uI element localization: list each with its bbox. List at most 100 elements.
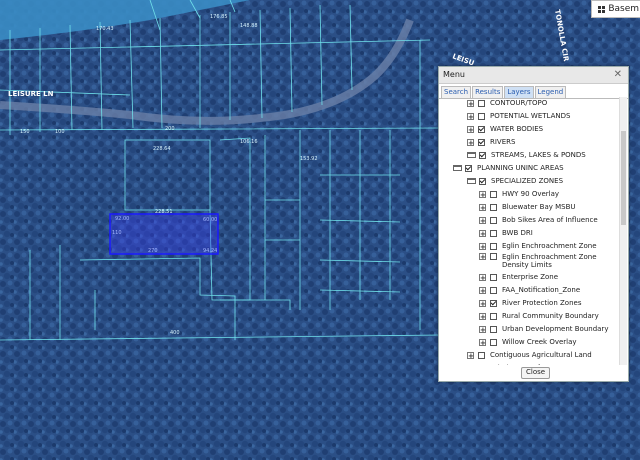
layer-label: Eglin Enchroachment Zone	[502, 242, 597, 250]
layer-checkbox[interactable]	[490, 299, 497, 307]
layer-checkbox[interactable]	[490, 286, 497, 294]
layer-row: + Bob Sikes Area of Influence	[479, 214, 614, 226]
layer-checkbox[interactable]	[490, 242, 497, 250]
layer-row: + FAA_Notification_Zone	[479, 284, 614, 296]
layer-row: + Eglin Enchroachment Zone Density Limits	[479, 253, 614, 271]
expand-icon[interactable]: +	[479, 216, 486, 224]
scrollbar-thumb[interactable]	[621, 131, 626, 225]
layer-checkbox[interactable]	[490, 253, 497, 260]
layer-checkbox[interactable]	[490, 229, 497, 237]
expand-icon[interactable]: +	[467, 112, 474, 120]
layer-label: STREAMS, LAKES & PONDS	[491, 151, 586, 159]
expand-icon[interactable]: +	[479, 338, 486, 346]
layer-row: + Enterprise Zone	[479, 271, 614, 283]
parcel-label: 100	[55, 129, 65, 135]
layer-label: SPECIALIZED ZONES	[491, 177, 564, 185]
layer-label: HWY 90 Overlay	[502, 190, 560, 198]
layer-checkbox[interactable]	[478, 99, 485, 107]
layer-label: POTENTIAL WETLANDS	[490, 112, 571, 120]
layer-label: Enterprise Zone	[502, 273, 559, 281]
layer-checkbox[interactable]	[478, 351, 485, 359]
layer-checkbox[interactable]	[490, 190, 497, 198]
expand-icon[interactable]: +	[479, 273, 486, 281]
layer-label: WATER BODIES	[490, 125, 544, 133]
layer-checkbox[interactable]	[478, 138, 485, 146]
layer-label: CONTOUR/TOPO	[490, 99, 548, 107]
layer-label: Rural Community Boundary	[502, 312, 599, 320]
expand-icon[interactable]: +	[479, 325, 486, 333]
expand-icon[interactable]: +	[467, 138, 474, 146]
layer-list: + CONTOUR/TOPO + POTENTIAL WETLANDS + WATER B…	[439, 97, 619, 365]
layer-label: River Protection Zones	[502, 299, 582, 307]
layer-list-scrollbar[interactable]	[619, 97, 627, 365]
layer-label: Eglin Enchroachment Zone Density Limits	[502, 253, 597, 269]
layer-label: PLANNING UNINC AREAS	[477, 164, 564, 172]
parcel-label: 228.64	[153, 146, 171, 152]
parcel-label: 148.88	[240, 23, 258, 29]
layer-label: RIVERS	[490, 138, 516, 146]
parcel-label: 200	[165, 126, 175, 132]
layer-row: Wind Zone Info	[467, 362, 614, 365]
expand-icon[interactable]: +	[479, 312, 486, 320]
expand-icon[interactable]: +	[467, 351, 474, 359]
layer-row: + Contiguous Agricultural Land	[467, 349, 614, 361]
expand-icon[interactable]: +	[479, 229, 486, 237]
expand-icon[interactable]: +	[467, 99, 474, 107]
layer-checkbox[interactable]	[490, 203, 497, 211]
layer-row: PLANNING UNINC AREAS	[453, 162, 614, 174]
layer-checkbox[interactable]	[490, 338, 497, 346]
layer-label: Bluewater Bay MSBU	[502, 203, 576, 211]
layer-row: + WATER BODIES	[467, 123, 614, 135]
layer-row: SPECIALIZED ZONES	[467, 175, 614, 187]
layer-checkbox[interactable]	[478, 125, 485, 133]
layer-checkbox[interactable]	[465, 164, 472, 172]
expand-icon[interactable]: +	[467, 125, 474, 133]
expand-icon[interactable]: +	[479, 203, 486, 211]
folder-icon[interactable]	[453, 165, 462, 171]
layer-row: STREAMS, LAKES & PONDS	[467, 149, 614, 161]
close-icon[interactable]: ✕	[614, 67, 622, 83]
folder-icon[interactable]	[467, 152, 476, 158]
layer-label: FAA_Notification_Zone	[502, 286, 581, 294]
parcel-label: 170.43	[96, 26, 114, 32]
folder-icon[interactable]	[467, 178, 476, 184]
parcel-label: 106.16	[240, 139, 258, 145]
expand-icon[interactable]: +	[479, 190, 486, 198]
basemap-button[interactable]: Basem	[591, 0, 640, 18]
road-label-leisure-ln: LEISURE LN	[8, 90, 54, 98]
expand-icon[interactable]: +	[479, 242, 486, 250]
parcel-label: 150	[20, 129, 30, 135]
layer-label: Willow Creek Overlay	[502, 338, 577, 346]
layer-checkbox[interactable]	[490, 325, 497, 333]
menu-panel: Menu ✕ Search Results Layers Legend + CON…	[438, 66, 629, 382]
layer-row: + POTENTIAL WETLANDS	[467, 110, 614, 122]
layer-checkbox[interactable]	[490, 312, 497, 320]
menu-title: Menu	[443, 70, 465, 79]
layer-label: Bob Sikes Area of Influence	[502, 216, 598, 224]
parcel-label: 176.85	[210, 14, 228, 20]
parcel-label: 153.92	[300, 156, 318, 162]
basemap-label: Basem	[608, 4, 639, 14]
expand-icon[interactable]: +	[479, 299, 486, 307]
layer-row: + RIVERS	[467, 136, 614, 148]
expand-icon[interactable]: +	[479, 286, 486, 294]
layer-checkbox[interactable]	[478, 112, 485, 120]
layer-label: Contiguous Agricultural Land	[490, 351, 592, 359]
layer-label: BWB DRI	[502, 229, 533, 237]
close-button[interactable]: Close	[521, 367, 551, 379]
layer-checkbox[interactable]	[479, 364, 486, 365]
layer-checkbox[interactable]	[490, 273, 497, 281]
layer-row: + Bluewater Bay MSBU	[479, 201, 614, 213]
layer-row: + CONTOUR/TOPO	[467, 97, 614, 109]
selected-parcel[interactable]	[109, 213, 219, 255]
layer-checkbox[interactable]	[479, 151, 486, 159]
layer-row: + Willow Creek Overlay	[479, 336, 614, 348]
menu-header: Menu ✕	[439, 67, 628, 84]
layer-row: + BWB DRI	[479, 227, 614, 239]
parcel-label: 400	[170, 330, 180, 336]
layer-checkbox[interactable]	[479, 177, 486, 185]
expand-icon[interactable]: +	[479, 253, 486, 261]
layer-checkbox[interactable]	[490, 216, 497, 224]
grid-icon	[598, 5, 606, 13]
layer-label: Wind Zone Info	[491, 362, 544, 365]
